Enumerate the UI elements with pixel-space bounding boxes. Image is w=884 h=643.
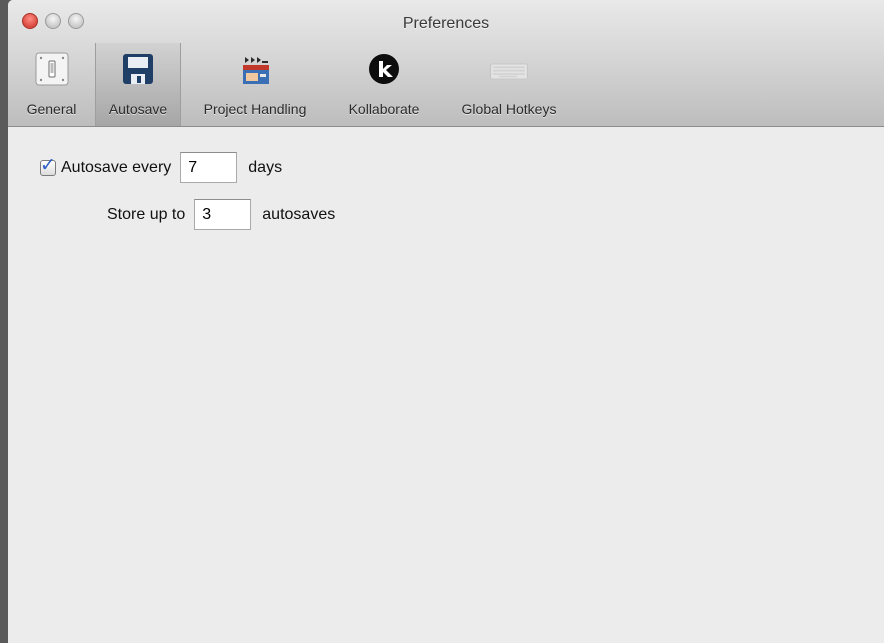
tab-project-handling-label: Project Handling	[203, 101, 307, 117]
store-up-to-row: Store up to autosaves	[107, 199, 335, 230]
tab-global-hotkeys[interactable]: Global Hotkeys	[439, 43, 579, 126]
window-title: Preferences	[402, 15, 490, 32]
autosave-pane: ✓ Autosave every days Store up to autosa…	[8, 127, 884, 643]
titlebar: Preferences General Autosave Project Han…	[8, 0, 884, 127]
autosave-interval-unit: days	[248, 158, 283, 176]
tab-autosave-label: Autosave	[108, 101, 168, 117]
autosave-count-field[interactable]	[194, 199, 252, 230]
tab-kollaborate-label: Kollaborate	[348, 101, 420, 117]
autosave-enabled-checkbox[interactable]: ✓	[40, 156, 56, 176]
kollaborate-k-icon	[364, 49, 404, 89]
light-switch-icon	[32, 49, 72, 89]
tab-autosave[interactable]: Autosave	[95, 43, 181, 126]
floppy-disk-icon	[118, 49, 158, 89]
checkmark-icon: ✓	[40, 154, 56, 176]
autosave-every-label: Autosave every	[61, 158, 172, 176]
preferences-toolbar: General Autosave Project Handling Kollab…	[8, 43, 579, 126]
autosave-count-unit: autosaves	[262, 205, 336, 223]
clapperboard-icon	[235, 49, 275, 89]
autosave-interval-field[interactable]	[180, 152, 238, 183]
keyboard-icon	[489, 49, 529, 89]
tab-project-handling[interactable]: Project Handling	[181, 43, 329, 126]
preferences-window: Preferences General Autosave Project Han…	[8, 0, 884, 643]
tab-global-hotkeys-label: Global Hotkeys	[461, 101, 557, 117]
store-up-to-label: Store up to	[107, 205, 186, 223]
tab-kollaborate[interactable]: Kollaborate	[329, 43, 439, 126]
autosave-every-row: ✓ Autosave every days	[40, 152, 282, 183]
tab-general-label: General	[26, 101, 77, 117]
tab-general[interactable]: General	[8, 43, 95, 126]
